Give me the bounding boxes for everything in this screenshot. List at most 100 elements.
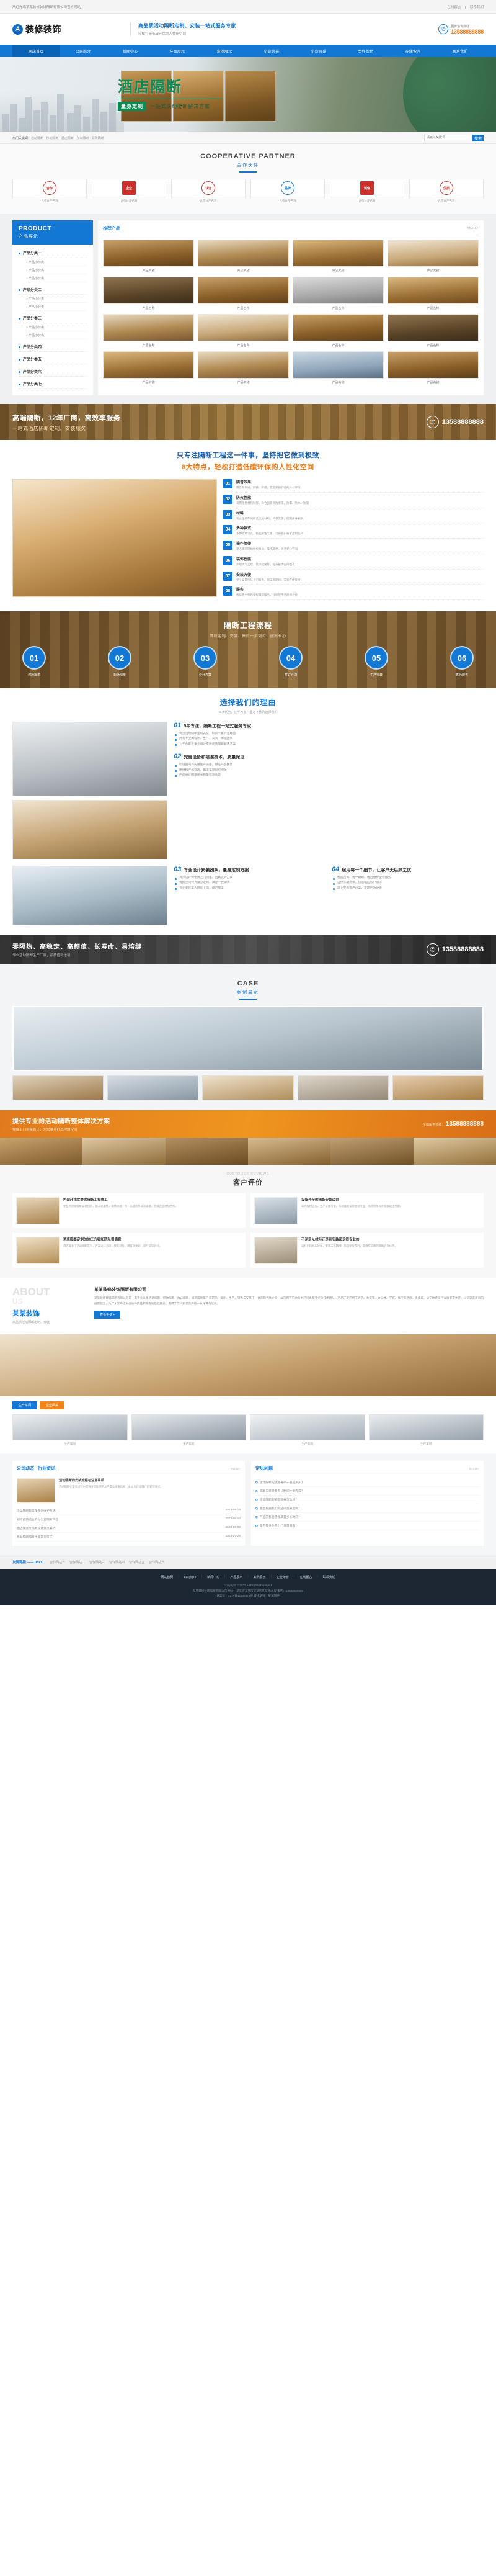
product-category[interactable]: 产品分类七 bbox=[19, 379, 87, 389]
news-feature[interactable]: 活动隔断的安装流程与注意事项 活动隔断在安装过程中需要注意轨道的水平度与承重结构… bbox=[17, 1478, 241, 1503]
footer-nav-3[interactable]: 产品展示 bbox=[230, 1575, 242, 1579]
footer-nav-0[interactable]: 网站首页 bbox=[161, 1575, 173, 1579]
search-input[interactable] bbox=[424, 134, 472, 141]
nav-item-5[interactable]: 企业荣誉 bbox=[248, 45, 295, 57]
news-item[interactable]: 移动隔断隔音性能提升技巧 2023-07-26 bbox=[17, 1533, 241, 1542]
process-step[interactable]: 06 售后服务 bbox=[440, 646, 484, 677]
nav-item-3[interactable]: 产品展示 bbox=[154, 45, 201, 57]
product-subcategory[interactable]: 产品小分类 bbox=[26, 331, 87, 339]
news-left-more[interactable]: MORE+ bbox=[231, 1467, 241, 1470]
faq-list[interactable]: Q 活动隔断的使用寿命一般是多久？ Q 隔断安装需要多长时间才能完成？ Q 活动隔断的隔音… bbox=[255, 1478, 479, 1530]
partner-item[interactable]: 认证 合作伙伴名称 bbox=[171, 179, 246, 203]
product-category[interactable]: 产品分类四 bbox=[19, 342, 87, 352]
news-item[interactable]: 酒店宴会厅隔断设计要点解析 2023-08-02 bbox=[17, 1524, 241, 1533]
product-subcategory-list[interactable]: 产品小分类产品小分类 bbox=[19, 295, 87, 311]
process-step[interactable]: 05 生产安装 bbox=[355, 646, 398, 677]
friend-link[interactable]: 合作网站四 bbox=[109, 1561, 125, 1564]
footer-nav-4[interactable]: 案例展示 bbox=[254, 1575, 266, 1579]
review-card[interactable]: 酒店隔断定制的施工方案和团队很满意 酒店宴会厅活动隔断定制，方案设计合理，安装到位… bbox=[12, 1233, 246, 1268]
product-card[interactable]: 产品名称 bbox=[388, 314, 479, 348]
partner-item[interactable]: 企业 合作伙伴名称 bbox=[92, 179, 166, 203]
news-list[interactable]: 活动隔断日常保养与维护方法 2023-08-15 如何选购适合的办公室隔断产品 202… bbox=[17, 1507, 241, 1542]
factory-card[interactable]: 生产车间 bbox=[131, 1414, 246, 1446]
product-category-label[interactable]: 产品分类六 bbox=[19, 367, 87, 377]
faq-item[interactable]: Q 能否根据我们的空间量身定制？ bbox=[255, 1504, 479, 1513]
nav-item-2[interactable]: 新闻中心 bbox=[107, 45, 154, 57]
process-step[interactable]: 03 设计方案 bbox=[184, 646, 227, 677]
product-card[interactable]: 产品名称 bbox=[293, 240, 384, 273]
nav-item-6[interactable]: 企业风采 bbox=[295, 45, 342, 57]
product-card[interactable]: 产品名称 bbox=[103, 351, 194, 385]
nav-item-8[interactable]: 在线留言 bbox=[389, 45, 436, 57]
case-thumb[interactable] bbox=[202, 1075, 294, 1100]
product-subcategory-list[interactable]: 产品小分类产品小分类产品小分类 bbox=[19, 258, 87, 282]
product-category-label[interactable]: 产品分类五 bbox=[19, 354, 87, 364]
product-subcategory[interactable]: 产品小分类 bbox=[26, 323, 87, 331]
product-more-link[interactable]: MORE+ bbox=[467, 227, 479, 230]
product-subcategory-list[interactable]: 产品小分类产品小分类 bbox=[19, 323, 87, 339]
product-card[interactable]: 产品名称 bbox=[103, 277, 194, 310]
nav-item-4[interactable]: 案例展示 bbox=[201, 45, 248, 57]
footer-nav-1[interactable]: 公司简介 bbox=[184, 1575, 197, 1579]
footer-nav-7[interactable]: 联系我们 bbox=[323, 1575, 335, 1579]
product-card[interactable]: 产品名称 bbox=[198, 240, 289, 273]
news-item[interactable]: 活动隔断日常保养与维护方法 2023-08-15 bbox=[17, 1507, 241, 1515]
nav-item-1[interactable]: 公司简介 bbox=[60, 45, 107, 57]
factory-card[interactable]: 生产车间 bbox=[12, 1414, 128, 1446]
product-card[interactable]: 产品名称 bbox=[103, 314, 194, 348]
product-subcategory[interactable]: 产品小分类 bbox=[26, 295, 87, 303]
factory-card[interactable]: 生产车间 bbox=[368, 1414, 484, 1446]
friend-link[interactable]: 合作网站一 bbox=[50, 1561, 65, 1564]
product-subcategory[interactable]: 产品小分类 bbox=[26, 274, 87, 282]
search-button[interactable]: 搜索 bbox=[472, 134, 484, 141]
about-more-button[interactable]: 查看更多 + bbox=[94, 1311, 121, 1319]
partner-item[interactable]: 诚信 合作伙伴名称 bbox=[330, 179, 404, 203]
product-card[interactable]: 产品名称 bbox=[293, 351, 384, 385]
product-card[interactable]: 产品名称 bbox=[293, 314, 384, 348]
factory-card[interactable]: 生产车间 bbox=[250, 1414, 365, 1446]
product-card[interactable]: 产品名称 bbox=[293, 277, 384, 310]
case-main-photo[interactable] bbox=[12, 1006, 484, 1071]
faq-more[interactable]: MORE+ bbox=[469, 1467, 479, 1470]
process-step[interactable]: 04 签订合同 bbox=[269, 646, 312, 677]
friend-link[interactable]: 合作网站三 bbox=[89, 1561, 105, 1564]
friend-link[interactable]: 合作网站二 bbox=[69, 1561, 85, 1564]
product-category-label[interactable]: 产品分类三 bbox=[19, 313, 87, 323]
product-card[interactable]: 产品名称 bbox=[388, 240, 479, 273]
partner-item[interactable]: 品牌 合作伙伴名称 bbox=[250, 179, 325, 203]
faq-item[interactable]: Q 隔断安装需要多长时间才能完成？ bbox=[255, 1487, 479, 1496]
hero-banner[interactable]: 酒店隔断 量身定制 一站式活动隔断解决方案 bbox=[0, 57, 496, 132]
faq-item[interactable]: Q 活动隔断的使用寿命一般是多久？ bbox=[255, 1478, 479, 1487]
review-card[interactable]: 设备齐全的隔断安装公司 公司规模正规，生产设备齐全，从测量到安装全程专业，隔音效果… bbox=[250, 1193, 484, 1228]
topbar-link-message[interactable]: 在线留言 bbox=[447, 6, 461, 9]
friend-link[interactable]: 合作网站六 bbox=[149, 1561, 164, 1564]
product-card[interactable]: 产品名称 bbox=[103, 240, 194, 273]
product-card[interactable]: 产品名称 bbox=[198, 314, 289, 348]
news-item[interactable]: 如何选购适合的办公室隔断产品 2023-08-10 bbox=[17, 1515, 241, 1524]
faq-item[interactable]: Q 产品的售后质保期是多长时间？ bbox=[255, 1513, 479, 1522]
faq-item[interactable]: Q 活动隔断的隔音效果怎么样？ bbox=[255, 1496, 479, 1504]
footer-nav-5[interactable]: 企业荣誉 bbox=[277, 1575, 289, 1579]
friend-link[interactable]: 合作网站五 bbox=[129, 1561, 144, 1564]
case-thumb[interactable] bbox=[107, 1075, 199, 1100]
topbar-link-contact[interactable]: 联系我们 bbox=[470, 6, 484, 9]
factory-tabs[interactable]: 生产车间 企业风采 bbox=[12, 1396, 484, 1414]
review-card[interactable]: 不论是从材料还是到安装都是很专业的 选材用料扎实环保，安装工艺精细，售后响应及时，… bbox=[250, 1233, 484, 1268]
case-thumb[interactable] bbox=[392, 1075, 484, 1100]
product-card[interactable]: 产品名称 bbox=[198, 351, 289, 385]
footer-nav-2[interactable]: 新闻中心 bbox=[207, 1575, 219, 1579]
product-category-label[interactable]: 产品分类七 bbox=[19, 379, 87, 389]
process-step[interactable]: 02 现场测量 bbox=[98, 646, 141, 677]
footer-navigation[interactable]: 网站首页 | 公司简介 | 新闻中心 | 产品展示 | 案例展示 | 企业荣誉 | 在线留言 | 联系我们 bbox=[12, 1575, 484, 1579]
partner-item[interactable]: 优质 合作伙伴名称 bbox=[409, 179, 484, 203]
friend-links-list[interactable]: 合作网站一 合作网站二 合作网站三 合作网站四 合作网站五 合作网站六 bbox=[50, 1560, 169, 1564]
product-category[interactable]: 产品分类二产品小分类产品小分类 bbox=[19, 285, 87, 311]
footer-nav-6[interactable]: 在线留言 bbox=[299, 1575, 312, 1579]
main-navigation[interactable]: 网站首页 公司简介 新闻中心 产品展示 案例展示 企业荣誉 企业风采 合作伙伴 在线留言 联系我们 bbox=[0, 45, 496, 57]
partner-item[interactable]: 合作 合作伙伴名称 bbox=[12, 179, 87, 203]
product-category[interactable]: 产品分类六 bbox=[19, 367, 87, 377]
product-subcategory[interactable]: 产品小分类 bbox=[26, 258, 87, 266]
site-logo[interactable]: A 装修装饰 bbox=[12, 23, 130, 35]
product-category[interactable]: 产品分类五 bbox=[19, 354, 87, 364]
product-category[interactable]: 产品分类三产品小分类产品小分类 bbox=[19, 313, 87, 339]
